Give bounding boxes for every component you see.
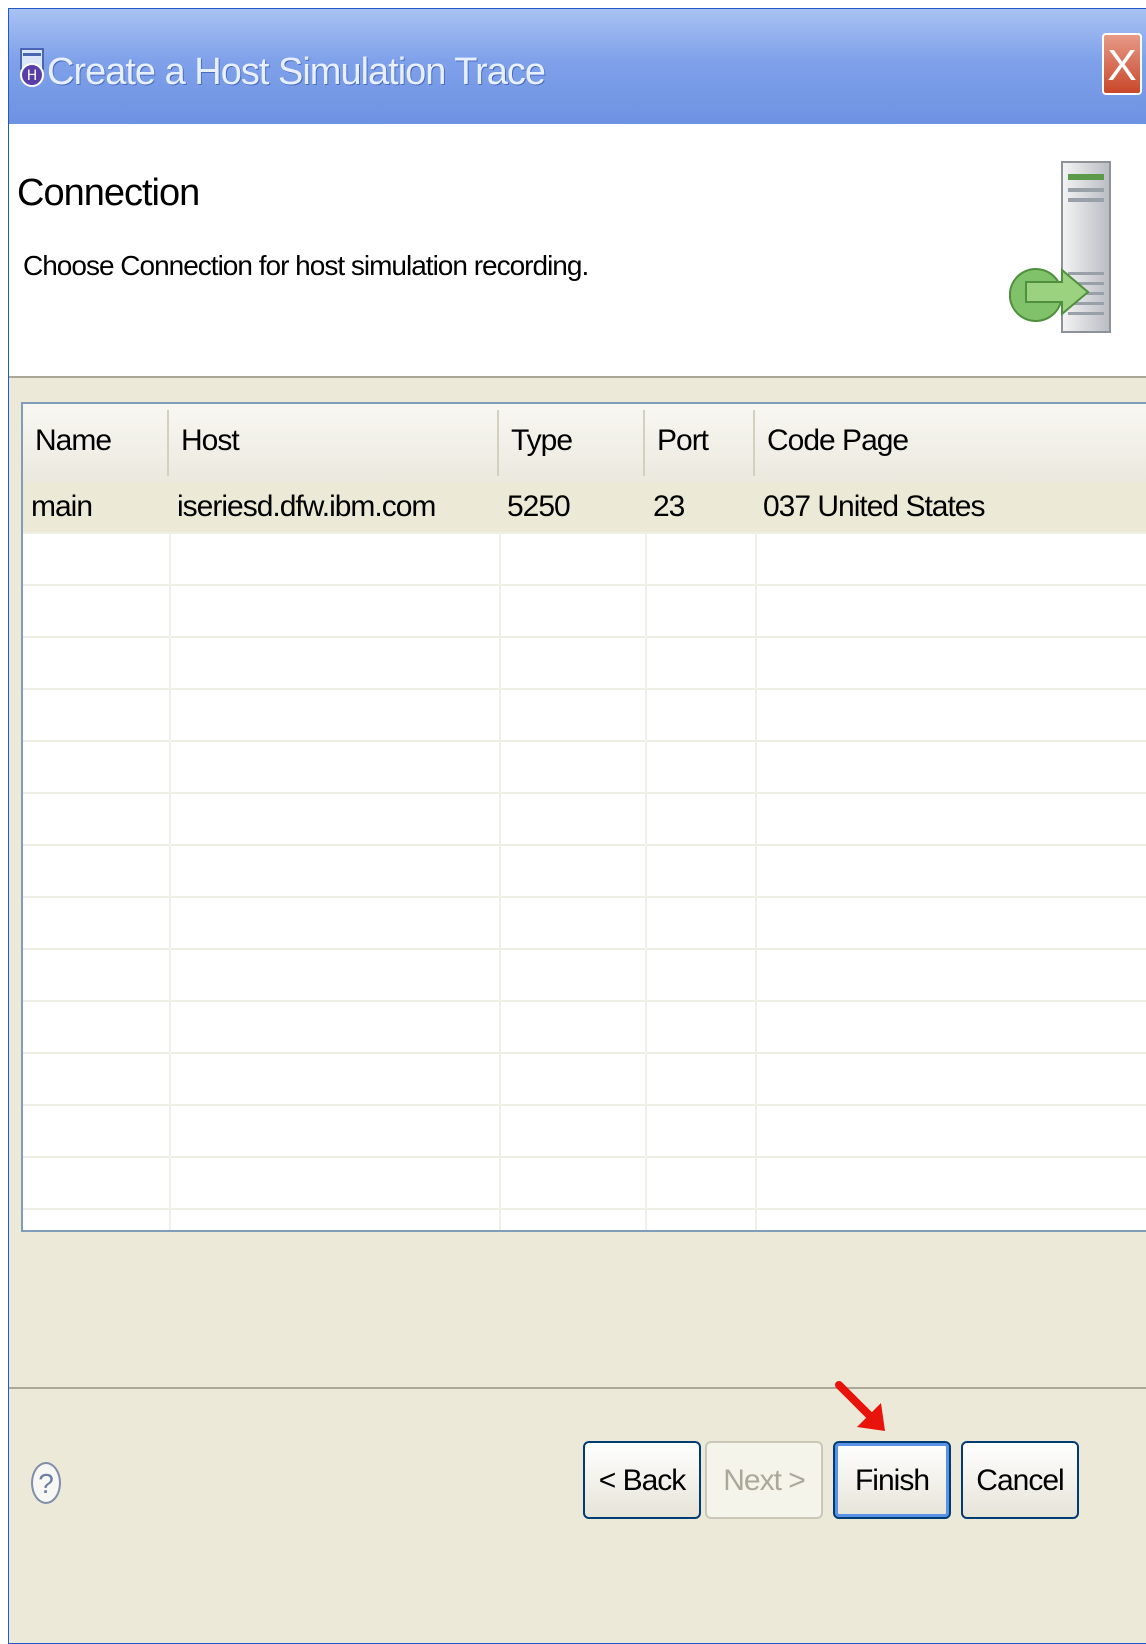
column-header-port[interactable]: Port [647,424,709,458]
cell-port: 23 [653,490,685,523]
page-title: Connection [17,172,200,214]
cell-name: main [31,490,93,523]
cell-code-page: 037 United States [763,490,985,523]
empty-table-row [23,586,1146,638]
cell-host: iseriesd.dfw.ibm.com [177,490,436,523]
empty-table-row [23,950,1146,1002]
connection-table[interactable]: Name Host Type Port Code Page main iseri… [21,402,1146,1232]
empty-table-row [23,1106,1146,1158]
empty-table-row [23,846,1146,898]
finish-button[interactable]: Finish [833,1441,951,1519]
back-button[interactable]: < Back [583,1441,701,1519]
empty-table-row [23,638,1146,690]
next-button[interactable]: Next > [705,1441,823,1519]
column-divider[interactable] [753,410,755,476]
column-divider[interactable] [167,410,169,476]
column-divider[interactable] [643,410,645,476]
wizard-window: H Create a Host Simulation Trace X Conne… [8,8,1146,1644]
column-gridline [499,534,501,1230]
empty-table-row [23,1002,1146,1054]
column-header-host[interactable]: Host [171,424,240,458]
app-icon: H [20,48,44,87]
column-gridline [755,534,757,1230]
table-row[interactable]: main iseriesd.dfw.ibm.com 5250 23 037 Un… [23,482,1146,534]
title-bar[interactable]: H Create a Host Simulation Trace X [9,9,1146,124]
wizard-banner: Connection Choose Connection for host si… [9,124,1146,378]
column-header-name[interactable]: Name [25,424,112,458]
column-header-type[interactable]: Type [501,424,573,458]
cell-type: 5250 [507,490,571,523]
empty-table-row [23,1158,1146,1210]
server-connection-icon [1009,161,1111,333]
table-header: Name Host Type Port Code Page [23,404,1146,485]
empty-table-row [23,1054,1146,1106]
column-gridline [645,534,647,1230]
empty-table-row [23,794,1146,846]
svg-text:H: H [27,68,38,84]
empty-table-row [23,534,1146,586]
annotation-arrow-icon [835,1381,885,1431]
footer-divider [9,1387,1146,1389]
empty-table-row [23,742,1146,794]
column-divider[interactable] [497,410,499,476]
empty-table-row [23,690,1146,742]
cancel-button[interactable]: Cancel [961,1441,1079,1519]
column-gridline [169,534,171,1230]
empty-table-row [23,898,1146,950]
help-icon[interactable]: ? [31,1462,61,1504]
close-button[interactable]: X [1102,33,1142,95]
column-header-code-page[interactable]: Code Page [757,424,909,458]
window-title: Create a Host Simulation Trace [47,51,546,93]
page-description: Choose Connection for host simulation re… [23,250,589,281]
